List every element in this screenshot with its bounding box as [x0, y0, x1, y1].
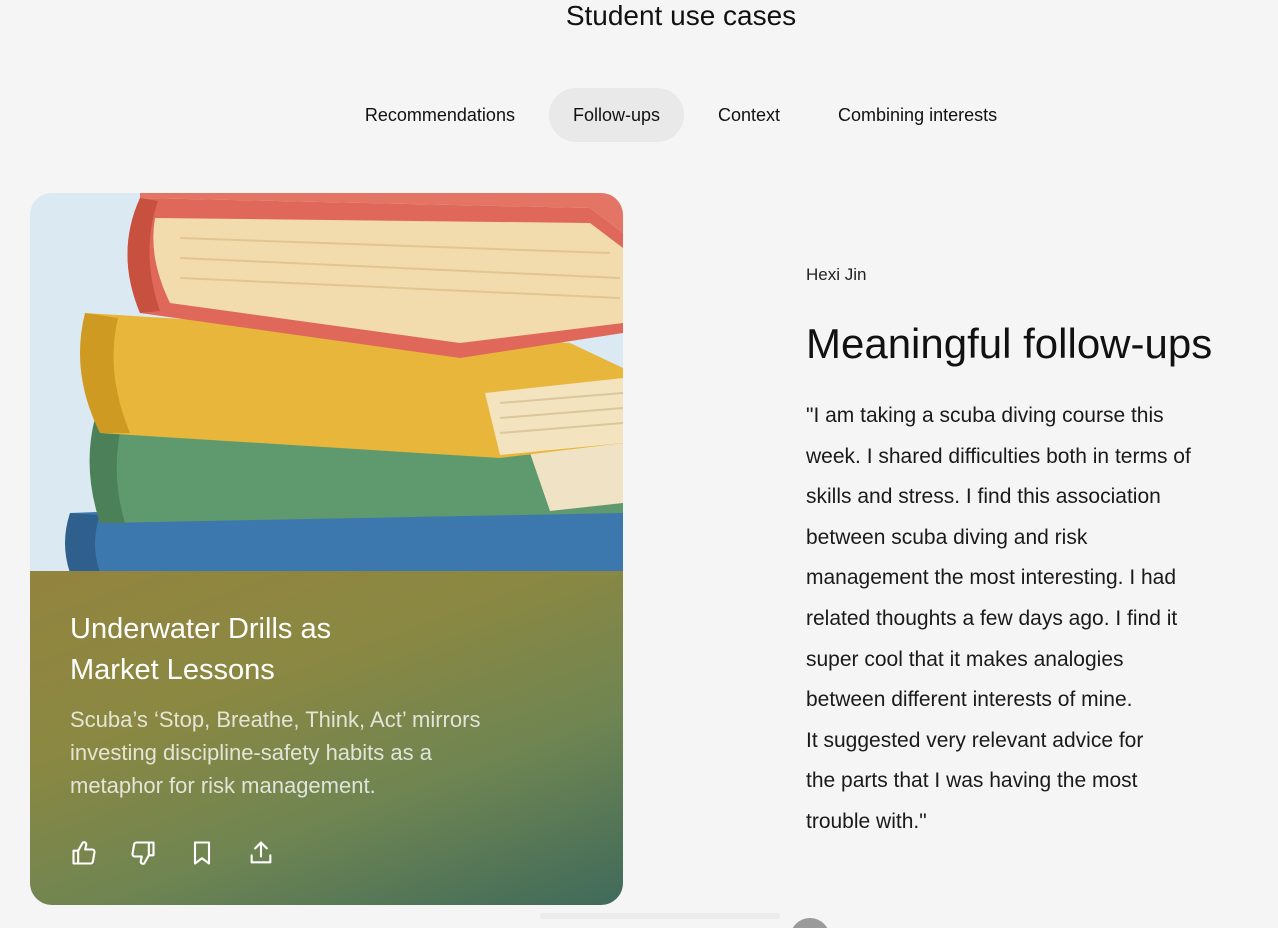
books-illustration	[30, 193, 623, 573]
quote-line: between different interests of mine.	[806, 688, 1133, 712]
carousel-track[interactable]	[540, 913, 780, 919]
quote-line: super cool that it makes analogies	[806, 647, 1124, 671]
card-description-line: Scuba’s ‘Stop, Breathe, Think, Act’ mirr…	[70, 707, 481, 732]
quote-line: week. I shared difficulties both in term…	[806, 444, 1191, 468]
quote-line: It suggested very relevant advice for	[806, 728, 1144, 752]
tab-recommendations[interactable]: Recommendations	[341, 88, 539, 142]
tab-context[interactable]: Context	[694, 88, 804, 142]
card-description-line: investing discipline-safety habits as a	[70, 740, 432, 765]
card-description-line: metaphor for risk management.	[70, 773, 376, 798]
section-title: Student use cases	[565, 0, 797, 31]
card-description: Scuba’s ‘Stop, Breathe, Think, Act’ mirr…	[70, 703, 570, 802]
thumbs-up-button[interactable]	[70, 839, 98, 867]
share-button[interactable]	[247, 839, 275, 867]
share-icon	[250, 841, 272, 864]
tab-combining-interests[interactable]: Combining interests	[814, 88, 1021, 142]
thumbs-up-icon	[72, 841, 96, 865]
carousel-indicator[interactable]	[790, 918, 830, 928]
quote-line: management the most interesting. I had	[806, 566, 1177, 590]
page: Student use cases Recommendations Follow…	[0, 0, 1278, 928]
testimonial-heading: Meaningful follow-ups	[806, 320, 1213, 367]
card-title-line: Market Lessons	[70, 654, 275, 686]
testimonial-quote: "I am taking a scuba diving course this …	[806, 396, 1268, 843]
quote-line: "I am taking a scuba diving course this	[806, 404, 1164, 427]
quote-line: trouble with."	[806, 809, 927, 833]
bookmark-icon	[193, 841, 211, 865]
tab-bar: Recommendations Follow-ups Context Combi…	[0, 88, 1278, 142]
quote-line: skills and stress. I find this associati…	[806, 485, 1161, 509]
thumbs-down-icon	[131, 841, 155, 865]
card-actions	[70, 839, 275, 867]
quote-line: related thoughts a few days ago. I find …	[806, 606, 1178, 630]
recommendation-card[interactable]: Underwater Drills as Market Lessons Scub…	[30, 193, 623, 905]
bookmark-button[interactable]	[188, 839, 216, 867]
thumbs-down-button[interactable]	[129, 839, 157, 867]
author-name: Hexi Jin	[806, 265, 867, 284]
quote-line: between scuba diving and risk	[806, 525, 1088, 549]
card-title-line: Underwater Drills as	[70, 613, 332, 645]
quote-line: the parts that I was having the most	[806, 769, 1138, 793]
card-title: Underwater Drills as Market Lessons	[70, 609, 400, 691]
tab-follow-ups[interactable]: Follow-ups	[548, 88, 684, 142]
